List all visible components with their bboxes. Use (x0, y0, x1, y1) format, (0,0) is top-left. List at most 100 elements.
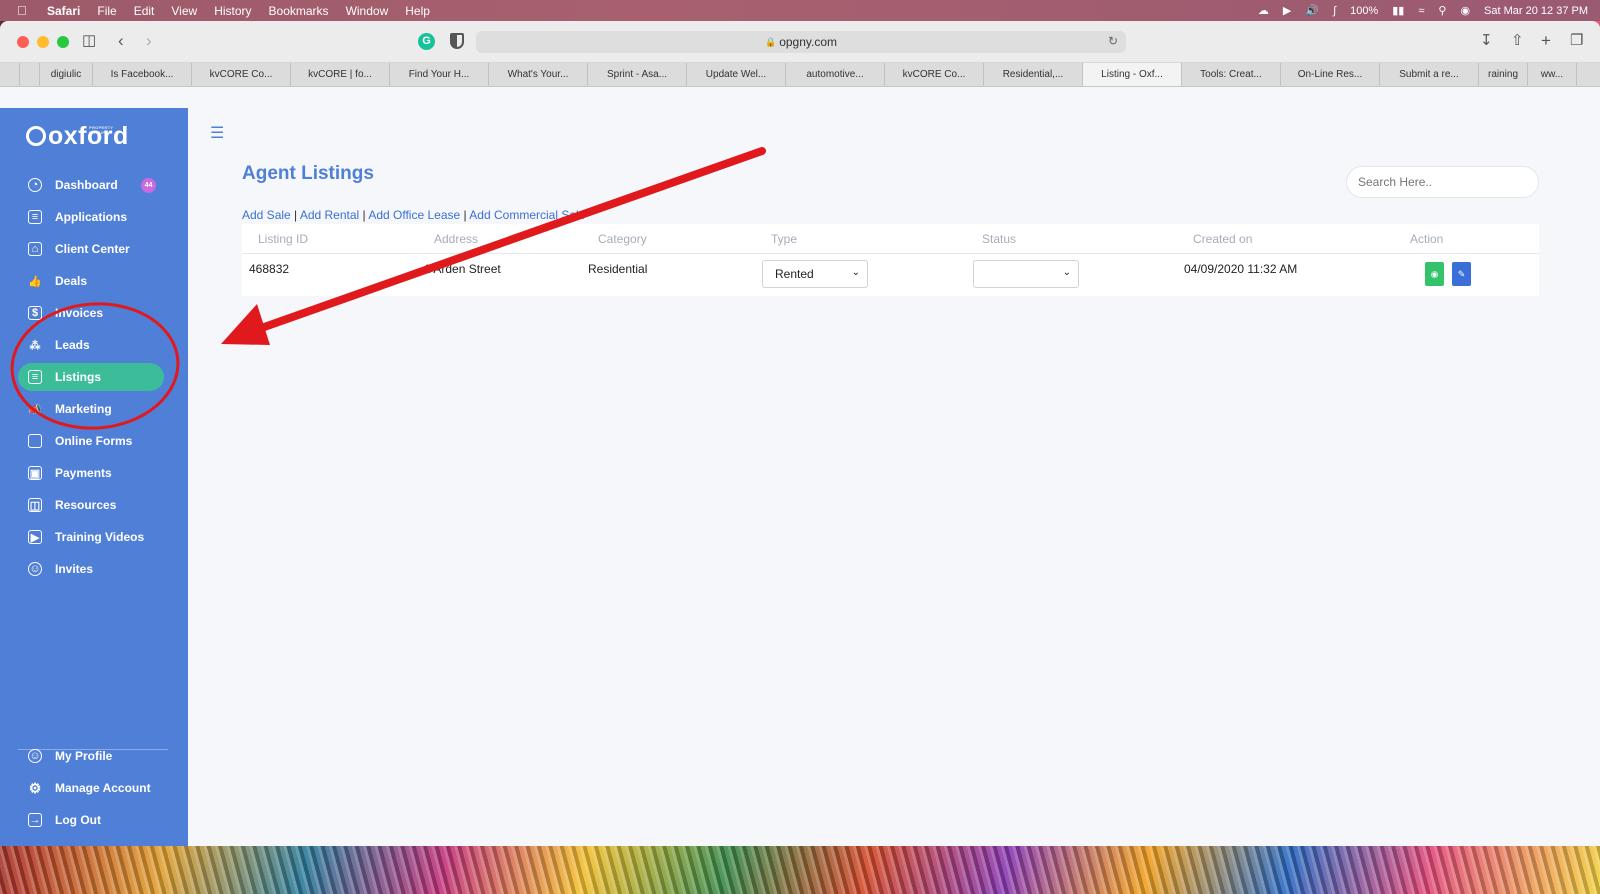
sidebar-item-my-profile[interactable]: ☺ My Profile (18, 742, 164, 770)
apple-icon[interactable]:  (17, 3, 33, 18)
menu-bookmarks[interactable]: Bookmarks (269, 4, 329, 18)
url-text: opgny.com (779, 35, 838, 49)
sidebar-item-payments[interactable]: ▣ Payments (18, 459, 164, 487)
tab-pinned[interactable] (0, 63, 20, 86)
menu-file[interactable]: File (97, 4, 116, 18)
sidebar-item-manage-account[interactable]: ⚙ Manage Account (18, 774, 164, 802)
clock[interactable]: Sat Mar 20 12 37 PM (1484, 5, 1588, 17)
tab[interactable]: raining (1479, 63, 1528, 86)
tab-pinned[interactable] (20, 63, 40, 86)
tab[interactable]: Is Facebook... (93, 63, 192, 86)
fullscreen-window-button[interactable] (57, 35, 69, 48)
close-window-button[interactable] (17, 35, 29, 48)
add-rental-link[interactable]: Add Rental (300, 208, 359, 222)
add-office-lease-link[interactable]: Add Office Lease (368, 208, 460, 222)
tab[interactable]: ww... (1528, 63, 1577, 86)
video-icon: ▶ (28, 530, 42, 544)
tab[interactable]: On-Line Res... (1281, 63, 1380, 86)
hamburger-menu-icon[interactable]: ☰ (210, 123, 224, 143)
back-icon[interactable]: ‹ (118, 32, 124, 50)
listings-table: Listing ID Address Category Type Status … (242, 224, 1539, 296)
sidebar-item-invites[interactable]: ☺ Invites (18, 555, 164, 583)
new-tab-icon[interactable]: + (1541, 32, 1551, 50)
privacy-shield-icon[interactable] (450, 33, 464, 49)
tab[interactable]: kvCORE | fo... (291, 63, 390, 86)
reload-icon[interactable]: ↻ (1108, 34, 1118, 48)
minimize-window-button[interactable] (37, 35, 49, 48)
downloads-icon[interactable]: ↧ (1480, 32, 1493, 50)
column-header-type[interactable]: Type (771, 232, 797, 246)
status-select[interactable]: ⌄ (973, 260, 1079, 288)
chevron-down-icon: ⌄ (1062, 267, 1071, 278)
sidebar-item-applications[interactable]: ≡ Applications (18, 203, 164, 231)
megaphone-icon: 📣 (28, 403, 42, 416)
invoice-icon: $ (28, 306, 42, 320)
address-bar[interactable]: 🔒 opgny.com ↻ (476, 31, 1126, 53)
tab[interactable]: kvCORE Co... (885, 63, 984, 86)
tab[interactable]: Update Wel... (687, 63, 786, 86)
sidebar-item-dashboard[interactable]: ◔ Dashboard 44 (18, 171, 164, 199)
tab[interactable]: Sprint - Asa... (588, 63, 687, 86)
sidebar-item-deals[interactable]: 👍 Deals (18, 267, 164, 295)
cell-created-on: 04/09/2020 11:32 AM (1184, 262, 1298, 276)
tab[interactable]: Submit a re... (1380, 63, 1479, 86)
menu-view[interactable]: View (171, 4, 197, 18)
menu-window[interactable]: Window (346, 4, 389, 18)
column-header-listing-id[interactable]: Listing ID (258, 232, 308, 246)
menu-help[interactable]: Help (405, 4, 430, 18)
notification-badge: 44 (141, 178, 156, 193)
sidebar-item-online-forms[interactable]: Online Forms (18, 427, 164, 455)
add-listing-links: Add Sale | Add Rental | Add Office Lease… (242, 208, 586, 222)
share-icon[interactable]: ⇧ (1511, 32, 1524, 50)
thumbs-up-icon: 👍 (28, 275, 42, 288)
lock-icon: 🔒 (764, 36, 777, 47)
sidebar-item-listings[interactable]: ≡ Listings (18, 363, 164, 391)
tab[interactable]: automotive... (786, 63, 885, 86)
tab[interactable]: Residential,... (984, 63, 1083, 86)
play-icon[interactable]: ▶ (1283, 4, 1291, 17)
battery-icon[interactable]: ▮▮ (1392, 4, 1404, 17)
column-header-created-on[interactable]: Created on (1193, 232, 1252, 246)
bluetooth-icon[interactable]: ∫ (1333, 5, 1336, 17)
sidebar-item-client-center[interactable]: ⌂ Client Center (18, 235, 164, 263)
control-center-icon[interactable]: ◉ (1460, 4, 1470, 17)
edit-button[interactable]: ✎ (1452, 262, 1471, 286)
tab-overview-icon[interactable]: ❐ (1570, 32, 1583, 50)
sidebar-item-invoices[interactable]: $ Invoices (18, 299, 164, 327)
logout-icon: → (28, 813, 42, 827)
view-button[interactable]: ◉ (1425, 262, 1444, 286)
sidebar-item-leads[interactable]: ⁂ Leads (18, 331, 164, 359)
column-header-status[interactable]: Status (982, 232, 1016, 246)
cloud-icon[interactable]: ☁ (1258, 4, 1269, 17)
wifi-icon[interactable]: ≈ (1418, 5, 1424, 17)
sidebar-toggle-icon[interactable]: ◫ (82, 32, 96, 50)
volume-icon[interactable]: 🔊 (1305, 4, 1319, 17)
column-header-address[interactable]: Address (434, 232, 478, 246)
tab[interactable]: kvCORE Co... (192, 63, 291, 86)
window-controls (17, 35, 69, 48)
oxford-logo[interactable]: oxford PROPERTY GROUP (26, 122, 129, 151)
sidebar-item-training-videos[interactable]: ▶ Training Videos (18, 523, 164, 551)
cell-listing-id: 468832 (249, 262, 290, 276)
menu-app-name[interactable]: Safari (47, 4, 80, 18)
sidebar-item-log-out[interactable]: → Log Out (18, 806, 164, 834)
grammarly-extension-icon[interactable]: G (418, 33, 435, 50)
add-sale-link[interactable]: Add Sale (242, 208, 291, 222)
spotlight-icon[interactable]: ⚲ (1438, 4, 1446, 17)
add-commercial-sale-link[interactable]: Add Commercial Sale (469, 208, 585, 222)
search-input[interactable] (1346, 166, 1539, 198)
edit-icon: ✎ (1457, 268, 1466, 279)
desktop-wallpaper (0, 840, 1600, 894)
type-select[interactable]: Rented ⌄ (762, 260, 868, 288)
tab[interactable]: digiulic (40, 63, 93, 86)
menu-edit[interactable]: Edit (134, 4, 155, 18)
tab[interactable]: What's Your... (489, 63, 588, 86)
tab[interactable]: Find Your H... (390, 63, 489, 86)
sidebar-item-marketing[interactable]: 📣 Marketing (18, 395, 164, 423)
tab[interactable]: Tools: Creat... (1182, 63, 1281, 86)
tab-active[interactable]: Listing - Oxf... (1083, 63, 1182, 86)
column-header-category[interactable]: Category (598, 232, 647, 246)
menu-history[interactable]: History (214, 4, 251, 18)
forward-icon[interactable]: › (146, 32, 152, 50)
sidebar-item-resources[interactable]: ◫ Resources (18, 491, 164, 519)
